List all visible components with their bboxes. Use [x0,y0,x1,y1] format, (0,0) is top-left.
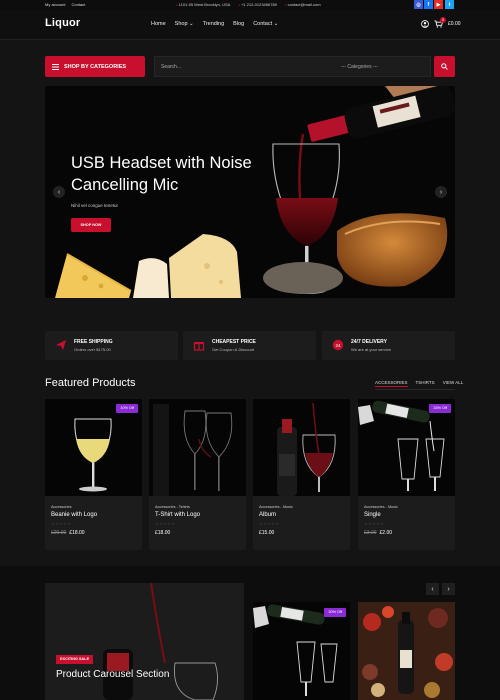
cart-button[interactable]: 0 [434,17,446,28]
carousel-next-arrow[interactable]: › [442,583,455,595]
product-category[interactable]: Accessories - Music [364,505,398,509]
carousel-product-image[interactable]: 30% Off [253,602,350,700]
filter-accessories[interactable]: ACCESSORIES [375,380,408,387]
feature-title: CHEAPEST PRICE [212,339,256,345]
feature-title: 24/7 DELIVERY [351,339,387,345]
feature-cheapest-price: CHEAPEST PRICE Get Coupon & Discount [183,331,316,360]
product-name[interactable]: Beanie with Logo [51,512,97,518]
old-price: £3.00 [364,530,377,536]
product-image [253,399,350,496]
feature-free-shipping: FREE SHIPPING Orders over $175.00 [45,331,178,360]
my-account-link[interactable]: My account [45,2,65,7]
carousel-prev-arrow[interactable]: ‹ [426,583,439,595]
feature-delivery: 24 24/7 DELIVERY We are at your service [322,331,455,360]
featured-products-title: Featured Products [45,377,136,389]
search-icon [441,63,448,70]
site-header: Liquor Home Shop ⌄ Trending Blog Contact… [0,10,500,40]
site-logo[interactable]: Liquor [45,17,80,29]
discount-badge: 33% Off [429,404,451,413]
product-card[interactable]: Accessories - Music Album ☆☆☆☆☆ £15.00 [253,399,350,550]
discount-badge: 30% Off [324,608,346,617]
email-text[interactable]: contact@mail.com [285,2,321,7]
current-price: £18.00 [69,530,85,536]
product-category[interactable]: Accessories - Tshirts [155,505,190,509]
nav-shop[interactable]: Shop ⌄ [175,21,194,27]
top-bar: My account Contact 1101-95 West Brooklyn… [0,0,500,10]
facebook-icon[interactable]: f [424,0,433,9]
categories-button-label: SHOP BY CATEGORIES [64,63,127,70]
instagram-icon[interactable]: ◎ [414,0,423,9]
plane-icon [56,340,66,350]
shop-now-button[interactable]: SHOP NOW [71,218,111,232]
feature-subtitle: Orders over $175.00 [74,347,111,352]
rating-stars-icon: ☆☆☆☆☆ [259,521,280,526]
old-price: £20.00 [51,530,67,536]
hero-title: USB Headset with Noise Cancelling Mic [71,154,252,194]
search-bar: Search... --- Categories --- [154,56,431,77]
carousel-title: Product Carousel Section [56,669,170,680]
product-price: £18.00 [155,530,170,536]
search-button[interactable] [434,56,455,77]
rating-stars-icon: ☆☆☆☆☆ [51,521,72,526]
carousel-product-image[interactable] [358,602,455,700]
filter-view-all[interactable]: VIEW ALL [443,380,464,387]
user-icon[interactable] [421,20,429,28]
product-image [45,399,142,496]
hero-next-arrow[interactable]: › [435,186,447,198]
search-category-select[interactable]: --- Categories --- [341,64,378,70]
product-price: £20.00 £18.00 [51,530,85,536]
rating-stars-icon: ☆☆☆☆☆ [364,521,385,526]
hero-subtitle: Nihil vel congue tenetur [71,203,119,208]
feature-title: FREE SHIPPING [74,339,113,345]
product-name[interactable]: T-Shirt with Logo [155,512,200,518]
youtube-icon[interactable]: ▶ [434,0,443,9]
shop-by-categories-button[interactable]: SHOP BY CATEGORIES [45,56,145,77]
hero-prev-arrow[interactable]: ‹ [53,186,65,198]
cart-total[interactable]: £0.00 [448,21,461,27]
product-card[interactable]: 10% Off Accessories Beanie with Logo ☆☆☆… [45,399,142,550]
product-image [358,399,455,496]
support-icon: 24 [332,339,344,351]
contact-link[interactable]: Contact [71,2,85,7]
main-nav: Home Shop ⌄ Trending Blog Contact ⌄ [151,21,278,27]
carousel-banner[interactable]: EXCITING SALE Product Carousel Section [45,583,244,700]
hero-slider: USB Headset with Noise Cancelling Mic Ni… [45,86,455,298]
nav-trending[interactable]: Trending [203,21,225,27]
nav-contact[interactable]: Contact ⌄ [253,21,278,27]
product-category[interactable]: Accessories [51,505,71,509]
product-name[interactable]: Single [364,512,381,518]
feature-subtitle: We are at your service [351,347,391,352]
current-price: £18.00 [155,530,171,536]
product-price: £3.00 £2.00 [364,530,392,536]
nav-home[interactable]: Home [151,21,166,27]
search-input[interactable]: Search... [161,64,181,70]
rating-stars-icon: ☆☆☆☆☆ [155,521,176,526]
carousel-banner-image [45,583,244,700]
product-card[interactable]: 33% Off Accessories - Music Single ☆☆☆☆☆… [358,399,455,550]
product-category[interactable]: Accessories - Music [259,505,293,509]
wine-table-image [358,602,455,700]
nav-blog[interactable]: Blog [233,21,244,27]
product-filters: ACCESSORIES TSHIRTS VIEW ALL [375,380,463,387]
feature-subtitle: Get Coupon & Discount [212,347,255,352]
current-price: £15.00 [259,530,275,536]
filter-divider [375,389,455,390]
gift-icon [193,342,205,351]
cart-count-badge: 0 [440,17,446,23]
filter-tshirts[interactable]: TSHIRTS [416,380,435,387]
product-image [149,399,246,496]
phone-text[interactable]: +1 212-0123456789 [238,2,277,7]
address-text: 1101-95 West Brooklyn, USA [176,2,231,7]
product-card[interactable]: Accessories - Tshirts T-Shirt with Logo … [149,399,246,550]
menu-icon [52,63,59,70]
exciting-sale-tag: EXCITING SALE [56,655,94,664]
svg-text:24: 24 [335,343,341,348]
product-price: £15.00 [259,530,274,536]
current-price: £2.00 [379,530,393,536]
discount-badge: 10% Off [116,404,138,413]
product-name[interactable]: Album [259,512,276,518]
twitter-icon[interactable]: t [445,0,454,9]
